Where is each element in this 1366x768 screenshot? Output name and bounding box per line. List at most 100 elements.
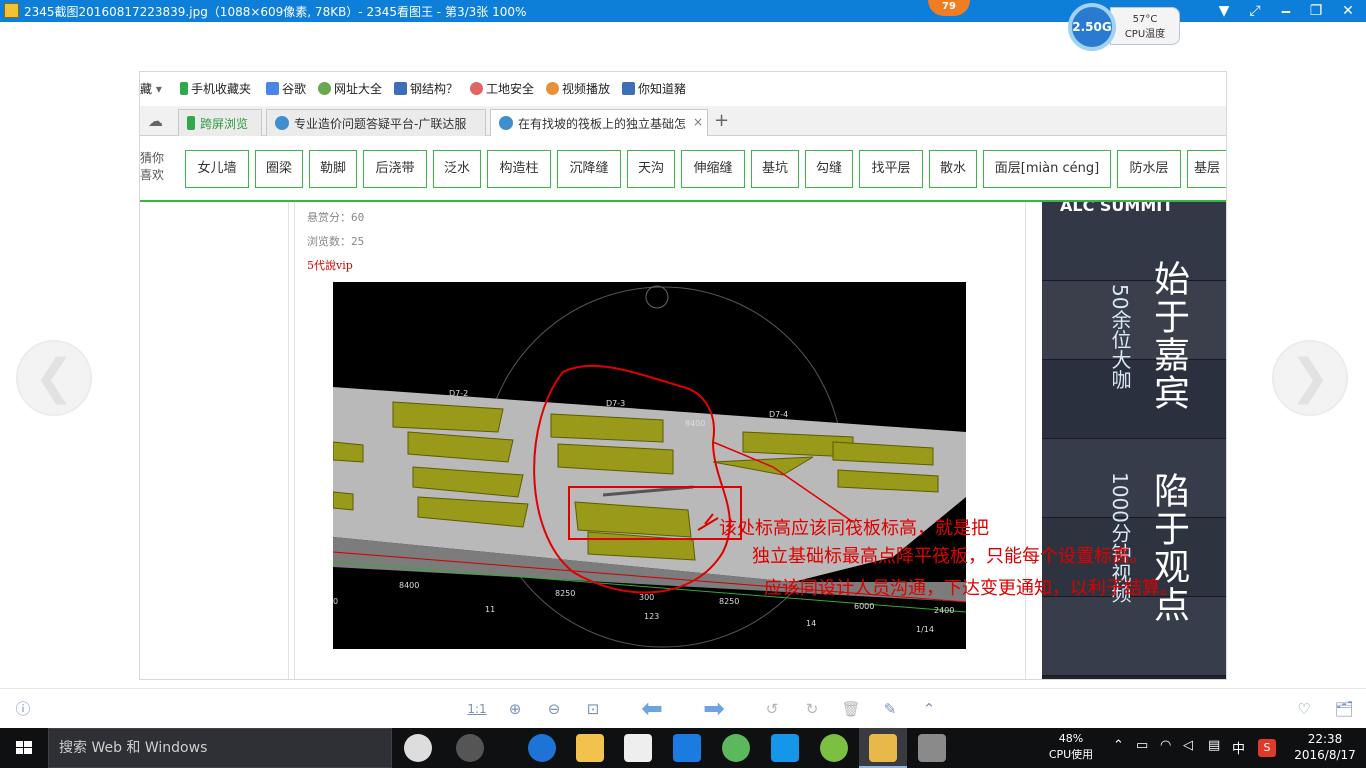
more-button[interactable]: ⌃: [918, 698, 940, 720]
start-button[interactable]: [0, 728, 48, 768]
info-button[interactable]: ⓘ: [12, 698, 34, 720]
new-tab-button[interactable]: +: [714, 110, 729, 131]
edge-browser-icon[interactable]: [528, 734, 556, 762]
taskbar-search-box[interactable]: 搜索 Web 和 Windows: [48, 728, 392, 768]
site-nav-icon: [318, 82, 331, 95]
tag-15[interactable]: 基层: [1187, 150, 1226, 188]
bookmark-zhidao[interactable]: 你知道豬: [622, 81, 686, 97]
rotate-left-button[interactable]: ↺: [761, 698, 783, 720]
tag-9[interactable]: 基坑: [751, 150, 799, 188]
tab-current-question[interactable]: 在有找坡的筏板上的独立基础怎 ×: [490, 109, 708, 137]
task-view-icon[interactable]: [404, 734, 432, 762]
notification-badge[interactable]: 79: [928, 0, 970, 16]
fit-window-button[interactable]: ⊡: [582, 698, 604, 720]
sogou-input-icon[interactable]: S: [1258, 739, 1276, 757]
edit-button[interactable]: ✎: [879, 698, 901, 720]
bookmark-safety[interactable]: 工地安全: [470, 81, 534, 97]
user-avatar-icon[interactable]: [918, 734, 946, 762]
next-image-arrow-icon[interactable]: ❯: [1272, 340, 1348, 416]
bookmark-steel[interactable]: 钢结构？: [394, 81, 458, 97]
view-count: 浏览数：25: [307, 235, 365, 248]
cad-label: 8400: [399, 581, 419, 590]
maximize-button[interactable]: ❐: [1304, 1, 1328, 21]
prev-image-arrow-icon[interactable]: ❮: [16, 340, 92, 416]
chevron-up-icon[interactable]: ⌃: [1113, 738, 1124, 753]
tab-glodon-qa[interactable]: 专业造价问题答疑平台-广联达服: [266, 109, 486, 136]
cad-label: 0: [333, 597, 338, 606]
google-icon: [266, 82, 279, 95]
minimize-button[interactable]: 🗕: [1274, 1, 1298, 21]
tag-12[interactable]: 散水: [929, 150, 977, 188]
tag-8[interactable]: 伸缩缝: [681, 150, 745, 188]
delete-button[interactable]: 🗑: [840, 698, 862, 720]
clock[interactable]: 22:38 2016/8/17: [1290, 731, 1360, 763]
bookmark-video[interactable]: 视频播放: [546, 81, 610, 97]
browser-360-icon[interactable]: [722, 734, 750, 762]
tag-5[interactable]: 构造柱: [487, 150, 551, 188]
bookmark-google[interactable]: 谷歌: [266, 81, 306, 97]
content-border: [289, 202, 295, 679]
reward-points: 悬赏分：60: [307, 211, 365, 224]
app-icon[interactable]: [771, 734, 799, 762]
app-icon[interactable]: [673, 734, 701, 762]
open-folder-button[interactable]: 🗂: [1333, 698, 1355, 720]
tag-7[interactable]: 天沟: [627, 150, 675, 188]
cad-label: 8400: [685, 419, 705, 428]
cad-label: 11: [485, 605, 495, 614]
cpu-frequency: 2.50G: [1068, 3, 1116, 51]
annotation-line-1: 该处标高应该同筏板标高，就是把: [719, 518, 989, 539]
question-page: 悬赏分：60 浏览数：25 5代說vip D7-2 D7-3 D7-4 8400…: [140, 202, 1226, 679]
tag-4[interactable]: 泛水: [433, 150, 481, 188]
menu-dropdown-button[interactable]: ▼: [1212, 1, 1236, 21]
phone-icon: [187, 116, 195, 130]
tag-0[interactable]: 女儿墙: [185, 150, 249, 188]
zoom-in-button[interactable]: ⊕: [504, 698, 526, 720]
cloud-icon[interactable]: ☁: [148, 112, 163, 130]
battery-icon[interactable]: ▭: [1136, 738, 1148, 753]
tag-6[interactable]: 沉降缝: [557, 150, 621, 188]
chevron-down-icon: ▾: [155, 82, 162, 96]
tab-cross-screen[interactable]: 跨屏浏览: [178, 109, 262, 136]
question-meta: 悬赏分：60 浏览数：25 5代說vip: [307, 206, 364, 278]
ime-indicator[interactable]: 中: [1232, 738, 1245, 757]
ad-overlay: [1042, 202, 1226, 679]
site-icon: [622, 82, 635, 95]
favorite-button[interactable]: ♡: [1293, 698, 1315, 720]
fullscreen-button[interactable]: ⤢: [1243, 1, 1267, 21]
actual-size-button[interactable]: 1:1: [466, 698, 488, 720]
cad-label: 1/14: [916, 625, 934, 634]
asker-name[interactable]: 5代說vip: [307, 254, 364, 278]
volume-icon[interactable]: ◁: [1183, 738, 1193, 753]
cpu-temperature-widget[interactable]: 57°C CPU温度 2.50G: [1068, 3, 1180, 51]
app-icon[interactable]: [820, 734, 848, 762]
cpu-usage[interactable]: 48% CPU使用: [1038, 731, 1104, 763]
viewer-toolbar: ⓘ 1:1 ⊕ ⊖ ⊡ ⬅ ➡ ↺ ↻ 🗑 ✎ ⌃ ♡ 🗂: [0, 688, 1366, 728]
tag-13[interactable]: 面层[miàn céng]: [983, 150, 1111, 188]
close-button[interactable]: ✕: [1336, 1, 1360, 21]
ad-banner[interactable]: ALC SUMMIT 始于嘉宾 50余位大咖 陷于观点 1000分钟视频: [1042, 202, 1226, 679]
tag-2[interactable]: 勒脚: [309, 150, 357, 188]
tag-10[interactable]: 勾缝: [805, 150, 853, 188]
tag-3[interactable]: 后浇带: [363, 150, 427, 188]
bookmark-folder[interactable]: 藏 ▾: [140, 81, 162, 97]
app-icon[interactable]: [456, 734, 484, 762]
zoom-out-button[interactable]: ⊖: [543, 698, 565, 720]
store-icon[interactable]: [624, 734, 652, 762]
notification-icon[interactable]: ▤: [1208, 738, 1220, 753]
ad-headline-1: 始于嘉宾: [1148, 260, 1189, 412]
file-explorer-icon[interactable]: [576, 734, 604, 762]
image-viewer-icon[interactable]: [869, 734, 897, 762]
next-image-button[interactable]: ➡: [696, 696, 732, 722]
tag-14[interactable]: 防水层: [1117, 150, 1181, 188]
bookmarks-bar: 藏 ▾ 手机收藏夹 谷歌 网址大全 钢结构？ 工地安全 视频播放 你知道豬: [140, 72, 1226, 106]
bookmark-mobile[interactable]: 手机收藏夹: [180, 81, 251, 97]
close-tab-icon[interactable]: ×: [693, 115, 703, 129]
bookmark-site-nav[interactable]: 网址大全: [318, 81, 382, 97]
wifi-icon[interactable]: ◠: [1160, 738, 1171, 753]
rotate-right-button[interactable]: ↻: [801, 698, 823, 720]
previous-image-button[interactable]: ⬅: [634, 696, 670, 722]
cad-label: 8250: [555, 589, 575, 598]
tag-1[interactable]: 圈梁: [255, 150, 303, 188]
tag-11[interactable]: 找平层: [859, 150, 923, 188]
cad-label: 2400: [934, 606, 954, 615]
